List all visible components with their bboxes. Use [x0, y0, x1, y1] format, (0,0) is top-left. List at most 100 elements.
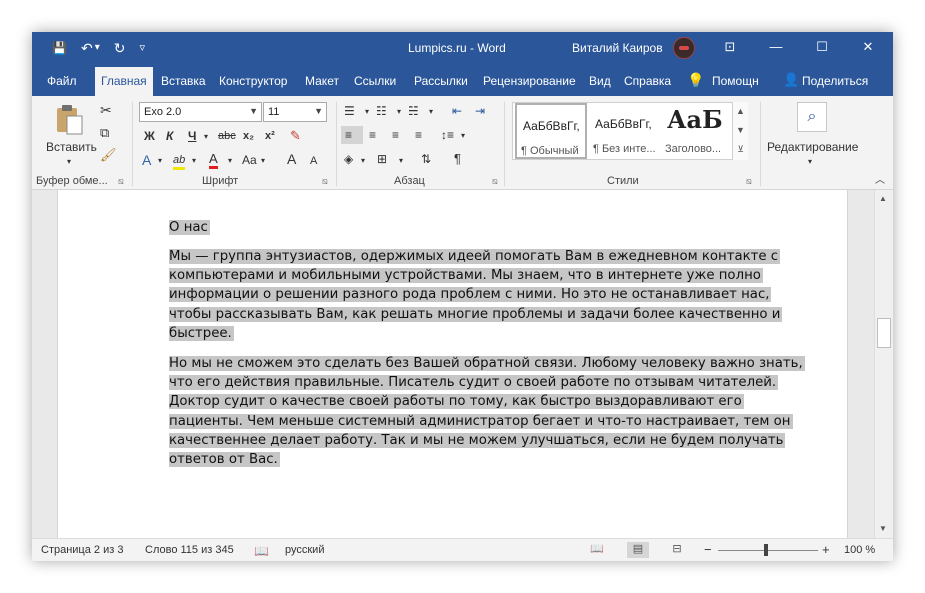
text-line[interactable]: компьютерами и мобильными устройствами. … [169, 268, 763, 284]
paste-button[interactable]: Вставить [46, 140, 97, 154]
paragraph-1[interactable]: Мы — группа энтузиастов, одержимых идеей… [169, 247, 809, 343]
subscript-button[interactable]: x₂ [243, 129, 254, 143]
close-button[interactable]: ✕ [858, 38, 878, 56]
editing-dropdown-icon[interactable]: ▾ [808, 155, 812, 169]
share-button[interactable]: Поделиться [802, 74, 868, 88]
zoom-out-button[interactable]: − [704, 542, 712, 557]
customize-qat-icon[interactable]: ▿ [139, 39, 145, 57]
style-no-spacing[interactable]: АаБбВвГг, ¶ Без инте... [589, 103, 661, 159]
tab-help[interactable]: Справка [624, 74, 671, 88]
multilevel-list-icon[interactable]: ☵ [408, 104, 419, 118]
italic-button[interactable]: К [166, 129, 173, 143]
decrease-indent-icon[interactable]: ⇤ [452, 104, 462, 118]
font-color-dropdown-icon[interactable]: ▾ [228, 154, 232, 168]
styles-launcher-icon[interactable]: ⧅ [746, 176, 752, 187]
tell-me-search[interactable]: Помощн [712, 74, 759, 88]
save-icon[interactable]: 💾 [52, 39, 67, 57]
change-case-button[interactable]: Aa [242, 153, 257, 167]
text-line[interactable]: что его действия правильные. Писатель су… [169, 375, 779, 391]
zoom-slider[interactable] [718, 550, 818, 551]
align-right-icon[interactable]: ≡ [392, 128, 399, 142]
shrink-font-button[interactable]: A [310, 154, 317, 168]
text-effects-button[interactable]: A [142, 153, 151, 167]
bold-button[interactable]: Ж [144, 129, 155, 143]
tab-insert[interactable]: Вставка [161, 74, 206, 88]
text-line[interactable]: Но мы не сможем это сделать без Вашей об… [169, 356, 805, 371]
text-line[interactable]: быстрее. [169, 325, 234, 341]
tab-mailings[interactable]: Рассылки [414, 74, 468, 88]
line-spacing-dropdown-icon[interactable]: ▾ [461, 129, 465, 143]
text-line[interactable]: ответов от Вас. [169, 452, 280, 468]
redo-icon[interactable]: ↻ [114, 39, 126, 57]
borders-icon[interactable]: ⊞ [377, 152, 387, 166]
clear-formatting-icon[interactable]: ✎ [290, 129, 301, 143]
lightbulb-icon[interactable]: 💡 [687, 72, 704, 89]
scroll-up-icon[interactable]: ▲ [879, 194, 887, 203]
web-layout-icon[interactable]: ⊟ [666, 542, 688, 558]
proofing-icon[interactable]: 📖 [254, 544, 269, 558]
text-effects-dropdown-icon[interactable]: ▾ [158, 154, 162, 168]
user-name[interactable]: Виталий Каиров [572, 41, 663, 55]
font-launcher-icon[interactable]: ⧅ [322, 176, 328, 187]
shading-dropdown-icon[interactable]: ▾ [361, 154, 365, 168]
text-line[interactable]: пациенты. Чем меньше системный администр… [169, 413, 793, 429]
font-name-combo[interactable]: Exo 2.0 ▼ [139, 102, 262, 122]
chevron-down-icon[interactable]: ▼ [314, 106, 323, 116]
font-color-button[interactable]: A [209, 152, 218, 169]
scrollbar-thumb[interactable] [877, 318, 891, 348]
ribbon-display-options-icon[interactable]: ⊡ [720, 38, 740, 56]
bullets-dropdown-icon[interactable]: ▾ [365, 105, 369, 119]
read-mode-icon[interactable]: 📖 [586, 542, 608, 558]
collapse-ribbon-icon[interactable]: ︿ [875, 174, 885, 188]
minimize-button[interactable]: — [766, 38, 786, 56]
more-styles-icon[interactable]: ⊻ [733, 140, 748, 159]
text-line[interactable]: информации о решении разного рода пробле… [169, 287, 772, 303]
cut-icon[interactable]: ✂ [100, 103, 112, 117]
document-page[interactable]: О нас Мы — группа энтузиастов, одержимых… [57, 190, 848, 538]
tab-design[interactable]: Конструктор [219, 74, 287, 88]
shading-icon[interactable]: ◈ [344, 152, 353, 166]
numbering-dropdown-icon[interactable]: ▾ [397, 105, 401, 119]
line-spacing-icon[interactable]: ↕≡ [441, 128, 454, 142]
tab-view[interactable]: Вид [589, 74, 611, 88]
avatar[interactable] [673, 37, 695, 59]
tab-references[interactable]: Ссылки [354, 74, 396, 88]
print-layout-icon[interactable]: ▤ [627, 542, 649, 558]
text-line[interactable]: качественнее делает работу. Так и мы не … [169, 432, 786, 448]
align-center-icon[interactable]: ≡ [369, 128, 376, 142]
paste-icon[interactable] [54, 104, 84, 136]
underline-dropdown-icon[interactable]: ▾ [204, 130, 208, 144]
paragraph-2[interactable]: Но мы не сможем это сделать без Вашей об… [169, 354, 809, 469]
zoom-level[interactable]: 100 % [844, 544, 875, 556]
page-count[interactable]: Страница 2 из 3 [41, 544, 123, 556]
chevron-up-icon[interactable]: ▲ [733, 102, 748, 121]
format-painter-icon[interactable]: 🖌 [100, 148, 117, 162]
align-left-icon[interactable]: ≡ [341, 126, 363, 144]
paste-dropdown-icon[interactable]: ▾ [67, 155, 71, 169]
numbering-icon[interactable]: ☷ [376, 104, 387, 118]
word-count[interactable]: Слово 115 из 345 [145, 544, 234, 556]
vertical-scrollbar[interactable]: ▲ ▼ [874, 190, 893, 538]
bullets-icon[interactable]: ☰ [344, 104, 355, 118]
undo-dropdown-icon[interactable]: ▾ [95, 39, 100, 57]
maximize-button[interactable]: ☐ [812, 38, 832, 56]
find-icon[interactable]: ⌕ [797, 102, 827, 132]
tab-layout[interactable]: Макет [305, 74, 339, 88]
increase-indent-icon[interactable]: ⇥ [475, 104, 485, 118]
show-formatting-button[interactable]: ¶ [454, 152, 461, 166]
clipboard-launcher-icon[interactable]: ⧅ [118, 176, 124, 187]
language[interactable]: русский [285, 544, 324, 556]
tab-file[interactable]: Файл [47, 74, 77, 88]
underline-button[interactable]: Ч [188, 129, 196, 143]
change-case-dropdown-icon[interactable]: ▾ [261, 154, 265, 168]
heading-paragraph[interactable]: О нас [169, 218, 809, 237]
strikethrough-button[interactable]: abc [218, 129, 236, 143]
grow-font-button[interactable]: A [287, 152, 296, 166]
highlight-button[interactable]: ab [173, 153, 186, 170]
undo-icon[interactable]: ↶ [81, 39, 93, 57]
scroll-down-icon[interactable]: ▼ [879, 524, 887, 533]
chevron-down-icon[interactable]: ▼ [733, 121, 748, 140]
editing-button[interactable]: Редактирование [767, 140, 858, 154]
tab-review[interactable]: Рецензирование [483, 74, 576, 88]
superscript-button[interactable]: x² [265, 129, 275, 143]
